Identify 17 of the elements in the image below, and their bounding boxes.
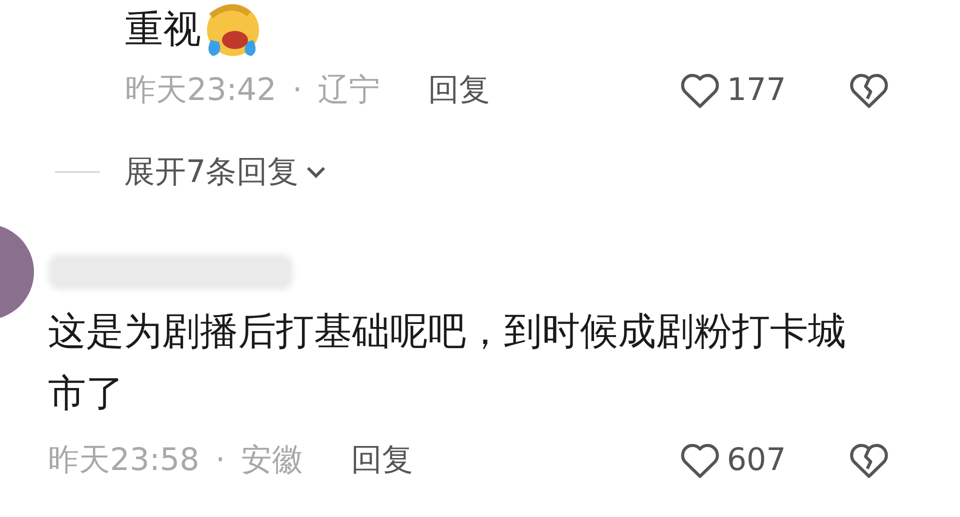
expand-replies-link[interactable]: 展开7条回复: [124, 148, 329, 196]
comment-location: 辽宁: [318, 70, 380, 110]
broken-heart-icon[interactable]: [848, 441, 890, 479]
heart-icon[interactable]: [678, 71, 721, 109]
separator-dot: ·: [215, 440, 226, 480]
separator-dot: ·: [292, 70, 302, 110]
like-count: 607: [726, 440, 786, 480]
like-count: 177: [726, 70, 786, 110]
comment-time: 昨天23:58: [48, 440, 200, 480]
comment-text: 这是为剧播后打基础呢吧，到时候成剧粉打卡城市了: [47, 308, 847, 417]
comment-location: 安徽: [241, 440, 304, 480]
heart-icon[interactable]: [678, 441, 721, 479]
reply-link[interactable]: 回复: [351, 436, 414, 484]
broken-heart-icon[interactable]: [848, 71, 890, 109]
comment-text: 重视: [125, 6, 201, 53]
comment-time: 昨天23:42: [125, 70, 276, 110]
reply-link[interactable]: 回复: [428, 66, 490, 114]
